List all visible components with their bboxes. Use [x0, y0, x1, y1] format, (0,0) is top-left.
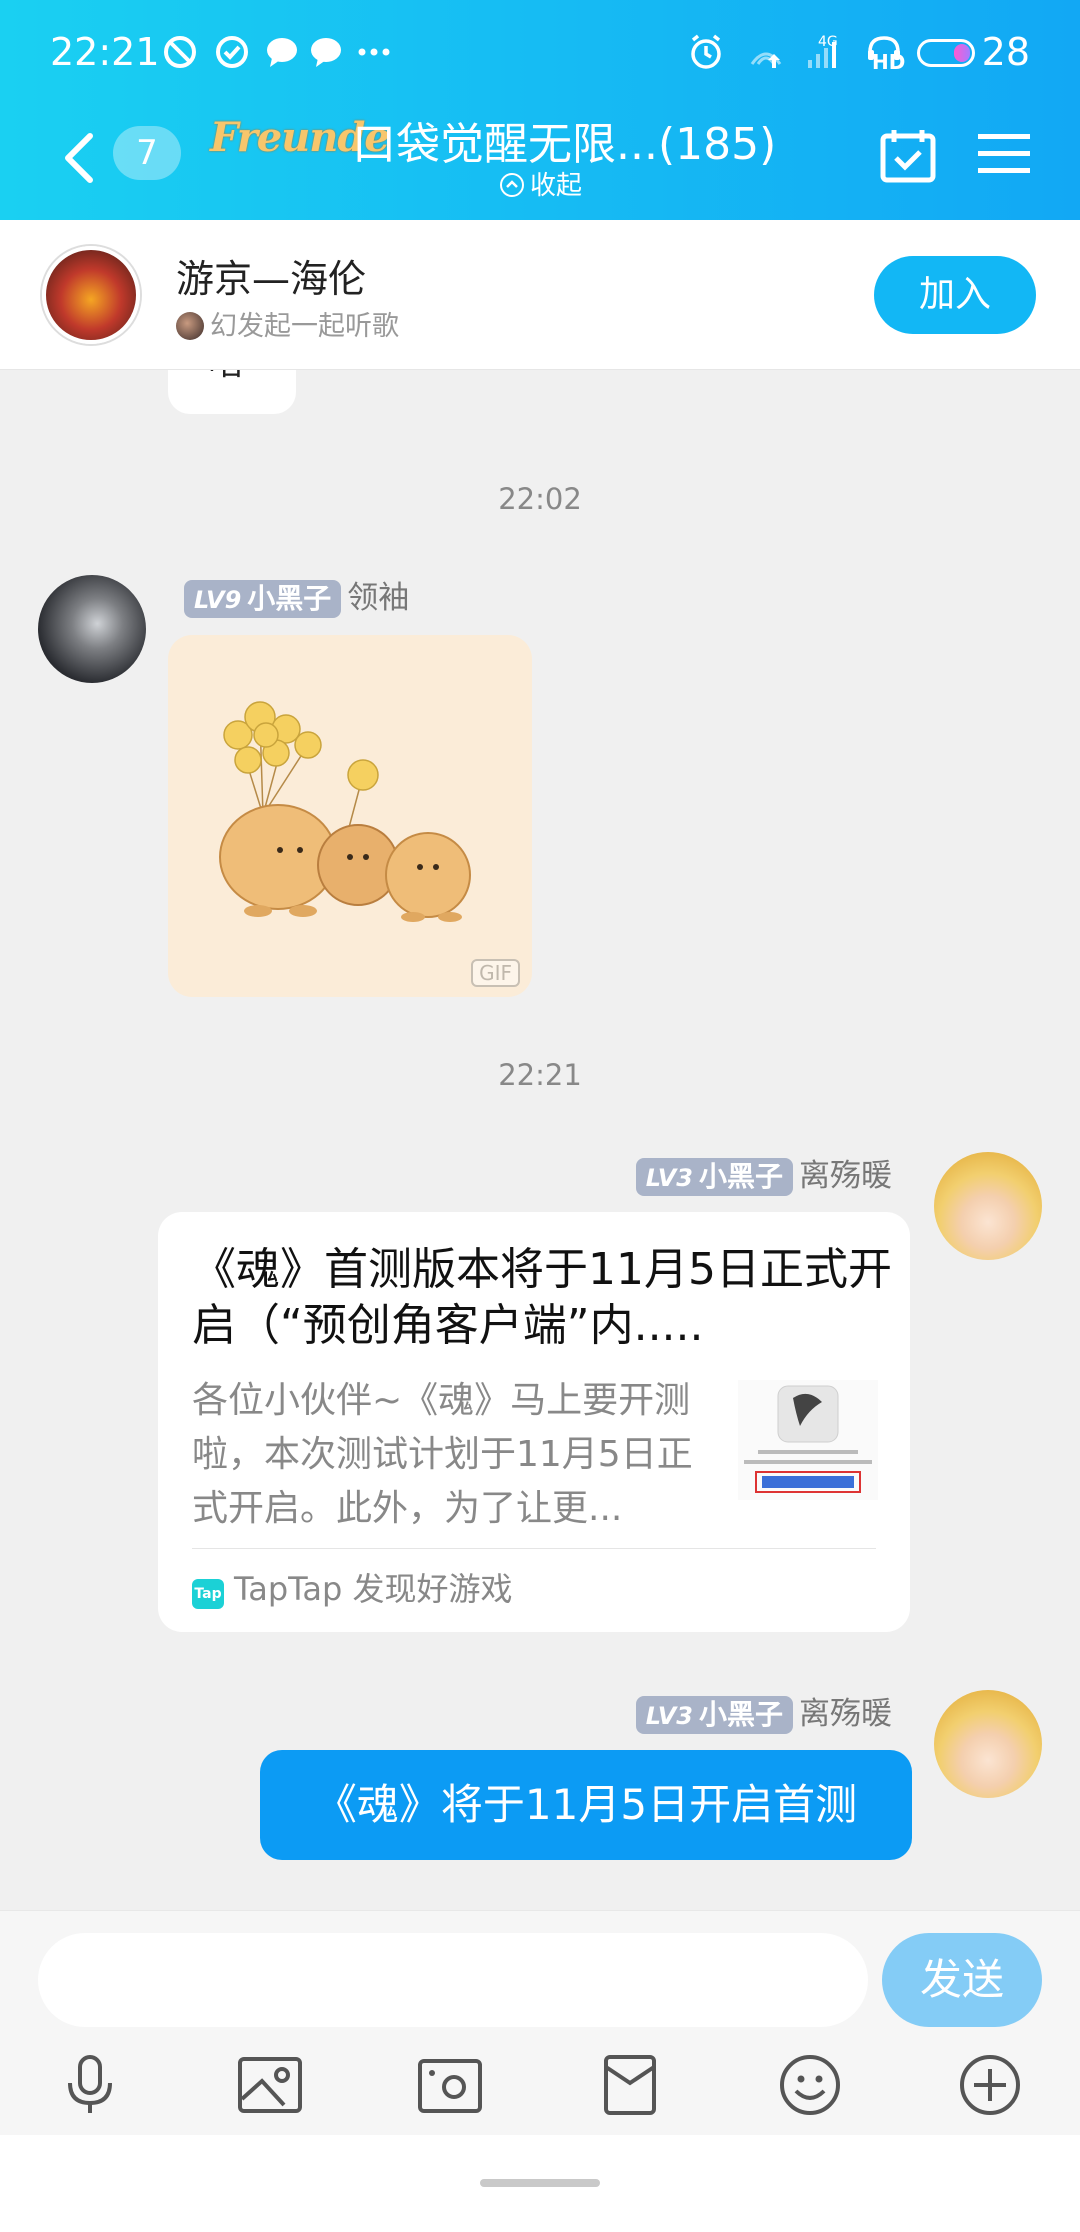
card-source: Tap TapTap 发现好游戏 [192, 1564, 513, 1610]
hd-label: HD [872, 50, 906, 74]
listen-avatar [42, 246, 140, 344]
chat-header: 22:21 4G HD 28 7 Freunde 口袋觉醒无限...(185) … [0, 0, 1080, 220]
do-not-disturb-icon [164, 36, 196, 68]
more-dots-icon [358, 48, 390, 56]
link-share-card[interactable]: 《魂》首测版本将于11月5日正式开启（“预创角客户端”内..... 各位小伙伴~… [158, 1212, 910, 1632]
listen-title: 游京—海伦 [176, 257, 367, 301]
emoji-icon[interactable] [776, 2051, 844, 2119]
avatar[interactable] [934, 1152, 1042, 1260]
calendar-check-icon[interactable] [880, 128, 936, 184]
system-nav-bar [0, 2135, 1080, 2232]
home-indicator[interactable] [480, 2179, 600, 2187]
gif-badge: GIF [471, 959, 520, 987]
level-badge: LV3 小黑子 [635, 1696, 793, 1734]
signal-icon [808, 42, 836, 68]
listen-together-bar: 游京—海伦 幻发起一起听歌 加入 [0, 220, 1080, 370]
back-arrow-icon[interactable] [58, 130, 98, 186]
microphone-icon[interactable] [56, 2051, 124, 2119]
avatar[interactable] [38, 575, 146, 683]
sender-meta: LV3 小黑子 离殇暖 [635, 1150, 892, 1196]
send-button[interactable]: 发送 [882, 1933, 1042, 2027]
battery-level: 28 [981, 30, 1030, 74]
plus-icon[interactable] [956, 2051, 1024, 2119]
sender-name: 领袖 [347, 580, 410, 616]
chevron-up-icon [500, 173, 524, 197]
status-time: 22:21 [50, 30, 160, 74]
sticker-image[interactable]: GIF [168, 635, 532, 997]
sender-meta: LV9 小黑子 领袖 [184, 572, 409, 618]
level-badge: LV3 小黑子 [635, 1158, 793, 1196]
red-packet-icon[interactable] [596, 2051, 664, 2119]
sticker-illustration [219, 701, 471, 922]
sender-name: 离殇暖 [799, 1158, 892, 1194]
message-input[interactable] [38, 1933, 868, 2027]
card-thumbnail [738, 1380, 878, 1500]
message-list[interactable]: 啥 22:02 LV9小黑子领袖 GIF 22:21 LV3小黑子离殇暖 《魂》… [0, 370, 1080, 1910]
chat-bubble-icon [311, 38, 341, 67]
image-icon[interactable] [236, 2051, 304, 2119]
avatar[interactable] [934, 1690, 1042, 1798]
alarm-icon [691, 34, 721, 69]
unread-count-badge[interactable]: 7 [113, 126, 181, 180]
join-button[interactable]: 加入 [874, 256, 1036, 334]
battery-icon [917, 39, 975, 67]
collapse-toggle[interactable]: 收起 [500, 165, 582, 202]
check-circle-icon [216, 36, 248, 68]
level-badge: LV9 小黑子 [184, 580, 342, 618]
timestamp: 22:02 [498, 482, 582, 516]
input-bar: 发送 [0, 1910, 1080, 2135]
listen-subtitle: 幻发起一起听歌 [176, 304, 399, 343]
sender-name: 离殇暖 [799, 1696, 892, 1732]
host-avatar [176, 312, 204, 340]
nav-bar: 7 Freunde 口袋觉醒无限...(185) 收起 [0, 100, 1080, 220]
card-description: 各位小伙伴~《魂》马上要开测啦，本次测试计划于11月5日正式开启。此外，为了让更… [192, 1380, 693, 1529]
message-icon [267, 38, 297, 67]
sender-meta: LV3 小黑子 离殇暖 [635, 1688, 892, 1734]
card-title: 《魂》首测版本将于11月5日正式开启（“预创角客户端”内..... [192, 1244, 892, 1351]
text-message-bubble[interactable]: 《魂》将于11月5日开启首测 [260, 1750, 912, 1860]
status-bar: 22:21 4G HD 28 [0, 0, 1080, 110]
wifi-icon [750, 52, 782, 68]
divider [192, 1548, 876, 1549]
timestamp: 22:21 [498, 1058, 582, 1092]
taptap-icon: Tap [192, 1579, 224, 1609]
menu-icon[interactable] [978, 132, 1030, 176]
partial-message-bubble[interactable]: 啥 [168, 370, 296, 414]
camera-icon[interactable] [416, 2051, 484, 2119]
group-title[interactable]: 口袋觉醒无限...(185) [352, 108, 776, 172]
collapse-label: 收起 [530, 171, 583, 201]
